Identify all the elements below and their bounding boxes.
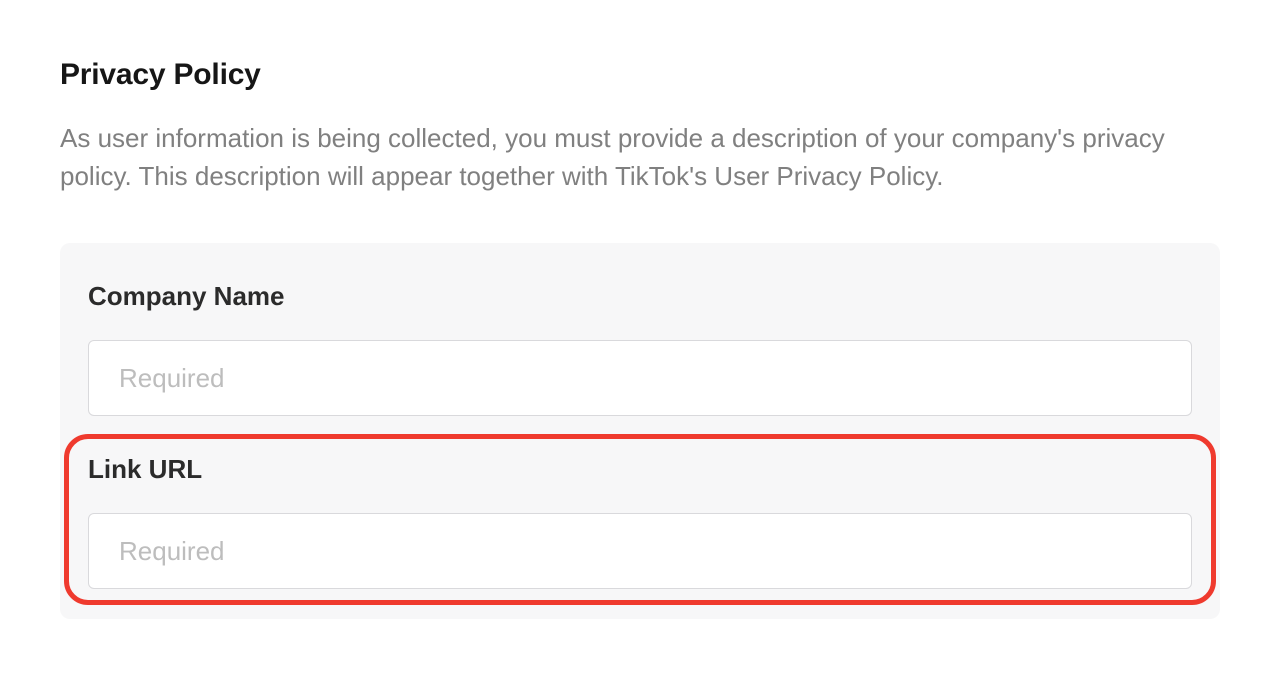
privacy-policy-section: Privacy Policy As user information is be… (0, 0, 1280, 619)
link-url-field-group: Link URL (88, 416, 1192, 589)
section-title: Privacy Policy (60, 58, 1220, 92)
section-description: As user information is being collected, … (60, 120, 1220, 195)
company-name-input[interactable] (88, 340, 1192, 416)
link-url-label: Link URL (88, 454, 1192, 485)
company-name-field-group: Company Name (88, 243, 1192, 416)
company-name-label: Company Name (88, 281, 1192, 312)
link-url-input[interactable] (88, 513, 1192, 589)
privacy-policy-form-panel: Company Name Link URL (60, 243, 1220, 619)
